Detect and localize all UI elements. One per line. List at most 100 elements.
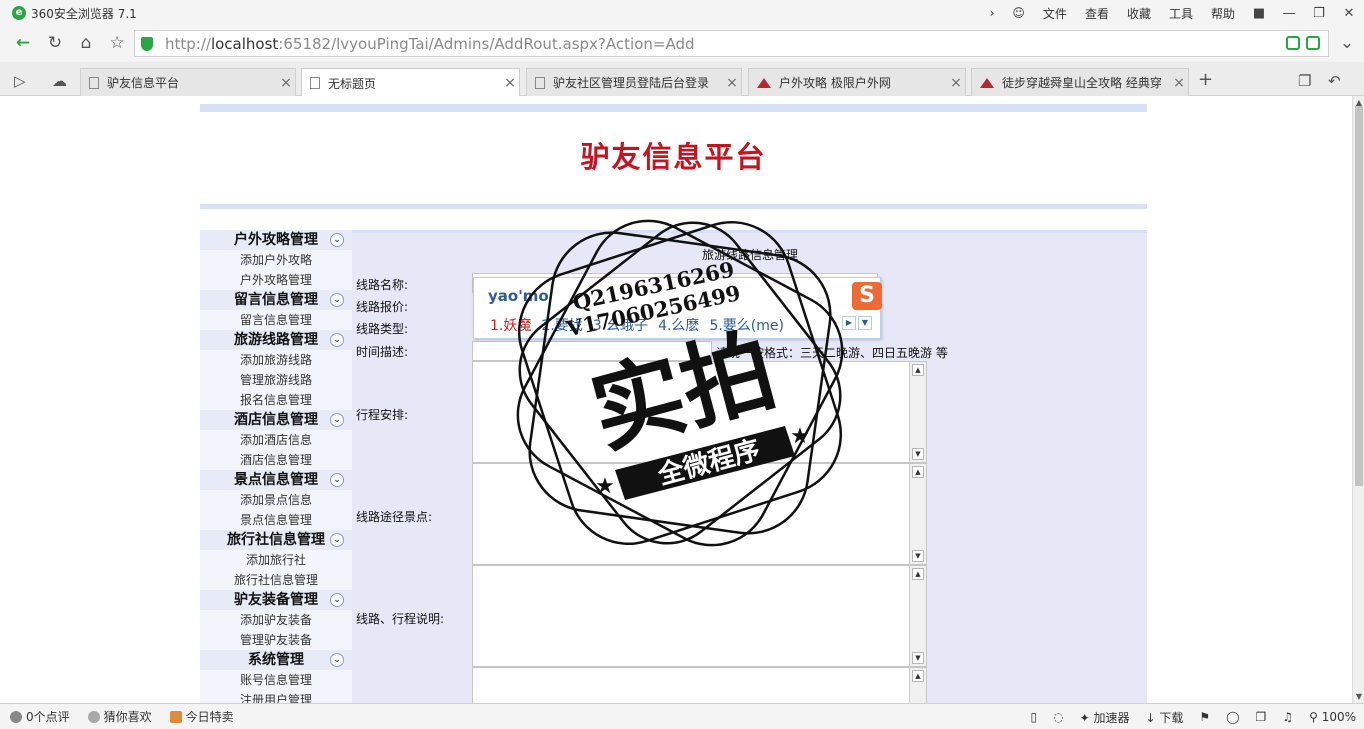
sidebar-heading-outdoor-guides[interactable]: 户外攻略管理 ⌄: [200, 230, 352, 250]
chevron-down-icon[interactable]: ⌄: [330, 413, 344, 427]
sidebar-item-add-equipment[interactable]: 添加驴友装备: [200, 610, 352, 630]
download-button[interactable]: ↓ 下载: [1145, 709, 1183, 726]
route-spots-textarea[interactable]: ▲ ▼: [472, 463, 927, 565]
status-reviews[interactable]: 0个点评: [10, 708, 70, 725]
sidebar-item-accounts[interactable]: 账号信息管理: [200, 670, 352, 690]
scrollbar[interactable]: ▲ ▼: [909, 362, 926, 462]
restore-button[interactable]: ❐: [1304, 2, 1334, 24]
chevron-down-icon[interactable]: ⌄: [330, 293, 344, 307]
tab-admin-login[interactable]: 驴友社区管理员登陆后台登录 ×: [526, 68, 742, 96]
sidebar-item-manage-agencies[interactable]: 旅行社信息管理: [200, 570, 352, 590]
flag-icon[interactable]: ⚑: [1199, 710, 1210, 724]
sidebar-heading-equipment[interactable]: 驴友装备管理 ⌄: [200, 590, 352, 610]
browser-title: 360安全浏览器 7.1: [31, 6, 137, 21]
sidebar-item-add-spot[interactable]: 添加景点信息: [200, 490, 352, 510]
sidebar-item-add-agency[interactable]: 添加旅行社: [200, 550, 352, 570]
ime-candidate[interactable]: 2.要找: [541, 318, 582, 334]
sidebar-heading-hotels[interactable]: 酒店信息管理 ⌄: [200, 410, 352, 430]
accelerator-button[interactable]: ✦ 加速器: [1080, 709, 1130, 726]
sidebar-item-manage-messages[interactable]: 留言信息管理: [200, 310, 352, 330]
menu-view[interactable]: 查看: [1085, 5, 1109, 22]
scrollbar[interactable]: ▲ ▼: [909, 464, 926, 564]
close-window-button[interactable]: ✕: [1334, 2, 1364, 24]
scroll-down-icon[interactable]: ▼: [1353, 692, 1364, 701]
ime-next-icon[interactable]: ▼: [858, 316, 872, 330]
scrollbar[interactable]: ▲: [909, 668, 926, 703]
sidebar-toggle-icon[interactable]: ▷: [14, 72, 26, 90]
back-arrow-icon[interactable]: ←: [10, 31, 36, 55]
tab-close-icon[interactable]: ×: [277, 75, 295, 91]
sidebar-heading-spots[interactable]: 景点信息管理 ⌄: [200, 470, 352, 490]
menu-favorites[interactable]: 收藏: [1127, 5, 1151, 22]
ime-candidate[interactable]: 4.么麽: [658, 318, 699, 334]
chevron-right-icon[interactable]: ›: [990, 6, 995, 20]
zoom-control[interactable]: ⚲ 100%: [1309, 710, 1356, 724]
tab-close-icon[interactable]: ×: [947, 75, 965, 91]
ime-prev-icon[interactable]: ▶: [842, 316, 856, 330]
chevron-down-icon[interactable]: ⌄: [330, 473, 344, 487]
mobile-icon[interactable]: ▯: [1030, 710, 1037, 724]
tab-close-icon[interactable]: ×: [723, 75, 741, 91]
tab-close-icon[interactable]: ×: [501, 75, 519, 91]
dropdown-chevron-icon[interactable]: ⌄: [1334, 31, 1360, 55]
sidebar-heading-agencies[interactable]: 旅行社信息管理 ⌄: [200, 530, 352, 550]
cloud-icon[interactable]: ☁: [52, 72, 67, 90]
minimize-button[interactable]: —: [1274, 2, 1304, 24]
sidebar-heading-messages[interactable]: 留言信息管理 ⌄: [200, 290, 352, 310]
tab-list-icon[interactable]: ❐: [1298, 72, 1311, 90]
chevron-down-icon[interactable]: ⌄: [330, 333, 344, 347]
undo-close-tab-icon[interactable]: ↶: [1328, 72, 1341, 90]
sidebar-heading-system[interactable]: 系统管理 ⌄: [200, 650, 352, 670]
status-deals[interactable]: 今日特卖: [169, 708, 234, 725]
page-scrollbar[interactable]: ▲ ▼: [1352, 96, 1364, 703]
sidebar-item-add-guide[interactable]: 添加户外攻略: [200, 250, 352, 270]
menu-help[interactable]: 帮助: [1211, 5, 1235, 22]
sidebar-item-manage-spots[interactable]: 景点信息管理: [200, 510, 352, 530]
address-bar[interactable]: http://localhost:65182/lvyouPingTai/Admi…: [134, 30, 1329, 57]
ime-candidate[interactable]: 1.妖魔: [490, 318, 531, 334]
compat-mode-icon[interactable]: [1306, 36, 1320, 50]
schedule-textarea[interactable]: ▲ ▼: [472, 361, 927, 463]
sidebar-item-manage-routes[interactable]: 管理旅游线路: [200, 370, 352, 390]
sidebar-item-add-hotel[interactable]: 添加酒店信息: [200, 430, 352, 450]
ime-candidate[interactable]: 3.幺蛾子: [593, 318, 648, 334]
extra-textarea[interactable]: ▲: [472, 667, 927, 703]
ie-icon[interactable]: ◯: [1226, 710, 1239, 724]
menu-tools[interactable]: 工具: [1169, 5, 1193, 22]
time-desc-input[interactable]: [472, 341, 712, 361]
chevron-down-icon[interactable]: ⌄: [330, 593, 344, 607]
window-icon[interactable]: ❐: [1256, 710, 1267, 724]
speed-icon[interactable]: ◌: [1053, 710, 1063, 724]
new-tab-plus-icon[interactable]: +: [1198, 69, 1213, 90]
ime-candidate-window[interactable]: yao'mo S 1.妖魔 2.要找 3.幺蛾子 4.么麽 5.要么(me) ▶ ▼: [473, 277, 882, 339]
sidebar-item-users[interactable]: 注册用户管理: [200, 690, 352, 703]
scrollbar-thumb[interactable]: [1355, 106, 1363, 486]
url-text[interactable]: http://localhost:65182/lvyouPingTai/Admi…: [165, 35, 694, 53]
chevron-down-icon[interactable]: ⌄: [330, 233, 344, 247]
sidebar-item-manage-hotels[interactable]: 酒店信息管理: [200, 450, 352, 470]
tab-outdoor-guide[interactable]: 户外攻略 极限户外网 ×: [748, 68, 966, 96]
refresh-icon[interactable]: ↻: [42, 31, 68, 55]
scrollbar[interactable]: ▲ ▼: [909, 566, 926, 666]
route-notes-textarea[interactable]: ▲ ▼: [472, 565, 927, 667]
tab-lvyou-platform[interactable]: 驴友信息平台 ×: [80, 68, 296, 96]
tab-hiking-guide[interactable]: 徒步穿越舜皇山全攻略 经典穿 ×: [971, 68, 1189, 96]
sidebar-item-manage-equipment[interactable]: 管理驴友装备: [200, 630, 352, 650]
volume-icon[interactable]: ♫: [1282, 710, 1293, 724]
user-icon[interactable]: ☺: [1012, 6, 1025, 20]
star-favorite-icon[interactable]: ☆: [104, 31, 130, 55]
status-guess[interactable]: 猜你喜欢: [87, 708, 152, 725]
sidebar-item-signups[interactable]: 报名信息管理: [200, 390, 352, 410]
sidebar-heading-routes[interactable]: 旅游线路管理 ⌄: [200, 330, 352, 350]
sidebar-item-manage-guides[interactable]: 户外攻略管理: [200, 270, 352, 290]
chevron-down-icon[interactable]: ⌄: [330, 653, 344, 667]
home-icon[interactable]: ⌂: [73, 31, 99, 55]
menu-file[interactable]: 文件: [1043, 5, 1067, 22]
tab-untitled[interactable]: 无标题页 ×: [301, 68, 520, 97]
skin-shirt-icon[interactable]: ■: [1244, 2, 1274, 24]
sidebar-item-add-route[interactable]: 添加旅游线路: [200, 350, 352, 370]
qr-code-icon[interactable]: [1286, 36, 1300, 50]
chevron-down-icon[interactable]: ⌄: [330, 533, 344, 547]
ime-candidate[interactable]: 5.要么(me): [709, 318, 784, 334]
tab-close-icon[interactable]: ×: [1170, 75, 1188, 91]
